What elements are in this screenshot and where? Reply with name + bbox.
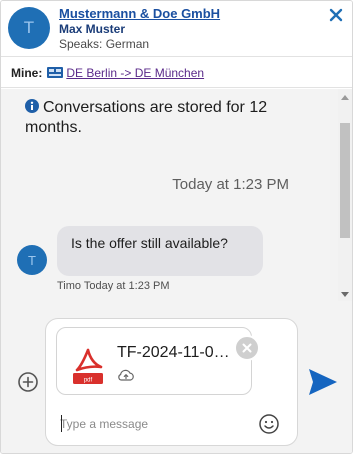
company-link[interactable]: Mustermann & Doe GmbH [59,6,220,21]
message-input[interactable] [60,414,250,434]
attachment-name: TF-2024-11-0… [117,344,230,361]
remove-attachment-button[interactable] [234,335,260,361]
remove-icon [242,343,252,353]
scroll-up-arrow[interactable] [341,95,349,100]
scroll-down-arrow[interactable] [341,292,349,297]
message-list: Conversations are stored for 12 months. … [1,89,338,301]
emoji-icon[interactable] [258,413,280,435]
attachment-card[interactable]: pdf TF-2024-11-0… [56,327,260,395]
text-caret [61,415,62,432]
send-icon[interactable] [308,368,338,396]
contact-language: Speaks: German [59,37,150,51]
pdf-icon: pdf [73,348,103,384]
message-scrollbar[interactable] [338,89,352,301]
retention-notice-text: Conversations are stored for 12 months. [25,99,268,136]
mine-label: Mine: [11,65,43,80]
chat-window: T Mustermann & Doe GmbH Max Muster Speak… [0,0,353,454]
message-composer: pdf TF-2024-11-0… [45,318,298,446]
day-timestamp: Today at 1:23 PM [172,176,289,193]
sender-avatar: T [17,245,47,275]
close-icon[interactable] [328,7,344,23]
cloud-upload-icon [118,369,134,381]
contact-name: Max Muster [59,22,126,36]
route-icon [47,67,64,78]
retention-notice: Conversations are stored for 12 months. [25,98,315,138]
chat-header: T Mustermann & Doe GmbH Max Muster Speak… [1,1,352,57]
mine-bar: Mine: DE Berlin -> DE München [1,58,352,88]
route-link[interactable]: DE Berlin -> DE München [66,66,204,80]
info-icon [25,99,39,113]
add-attachment-icon[interactable] [17,371,39,393]
message-bubble: Is the offer still available? [57,226,263,276]
message-meta: Timo Today at 1:23 PM [57,280,170,292]
scroll-thumb[interactable] [340,123,350,238]
contact-avatar: T [8,7,50,49]
pdf-label: pdf [84,378,93,384]
